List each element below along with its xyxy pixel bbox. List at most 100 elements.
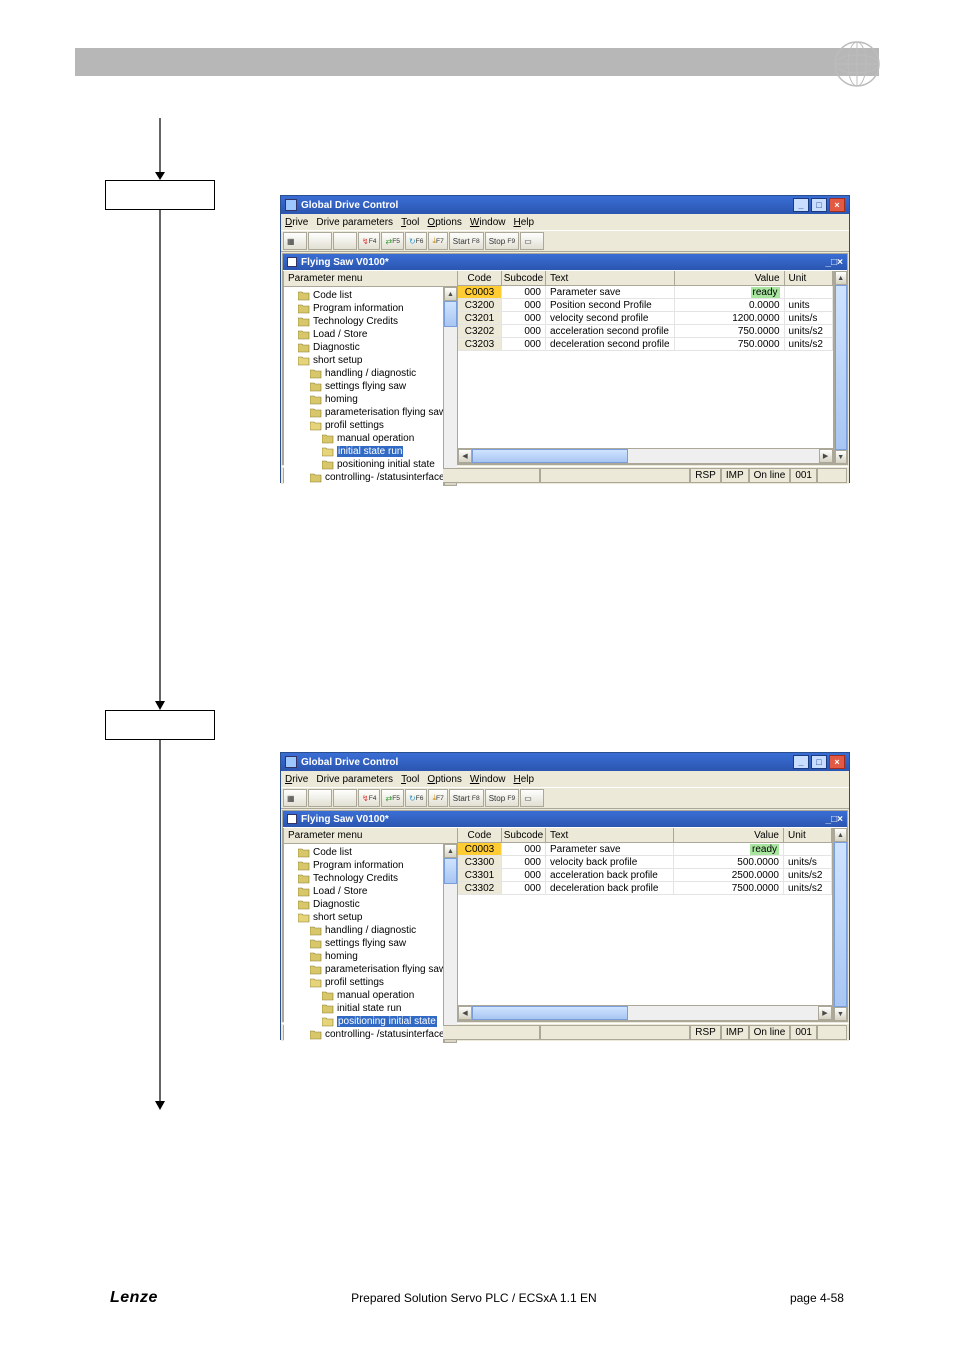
col-value[interactable]: Value <box>675 271 785 285</box>
col-subcode[interactable]: Subcode <box>502 271 546 285</box>
scroll-left-icon[interactable]: ◀ <box>458 449 472 463</box>
toolbar-btn-f7[interactable]: ⤓F7 <box>428 232 447 250</box>
menu-help[interactable]: Help <box>513 217 534 228</box>
tree-scrollbar[interactable]: ▲ ▼ <box>443 844 457 1043</box>
toolbar-btn[interactable]: ▦ <box>283 232 307 250</box>
menu-tool[interactable]: Tool <box>401 217 419 228</box>
table-row[interactable]: C3301000acceleration back profile2500.00… <box>458 869 832 882</box>
toolbar-btn[interactable]: ▭ <box>520 789 544 807</box>
tree-item[interactable]: short setup <box>284 354 443 367</box>
col-unit[interactable]: Unit <box>785 271 833 285</box>
toolbar-btn-f5[interactable]: ⇄F5 <box>381 232 403 250</box>
tree-item[interactable]: settings flying saw <box>284 937 443 950</box>
toolbar-btn[interactable]: ▦ <box>283 789 307 807</box>
outer-scrollbar[interactable]: ▲ ▼ <box>834 271 847 464</box>
tree-item[interactable]: homing <box>284 950 443 963</box>
toolbar-btn[interactable] <box>308 232 332 250</box>
tree-item[interactable]: positioning initial state <box>284 1015 443 1028</box>
maximize-button[interactable]: □ <box>811 198 827 212</box>
tree-item[interactable]: positioning initial state <box>284 458 443 471</box>
tree-item[interactable]: manual operation <box>284 989 443 1002</box>
start-button[interactable]: Start F8 <box>449 232 484 250</box>
col-text[interactable]: Text <box>546 271 675 285</box>
col-code[interactable]: Code <box>458 828 502 842</box>
parameter-tree[interactable]: Code listProgram informationTechnology C… <box>284 844 443 1043</box>
toolbar-btn[interactable] <box>333 789 357 807</box>
tree-item[interactable]: initial state run <box>284 445 443 458</box>
table-row[interactable]: C3203000deceleration second profile750.0… <box>458 338 833 351</box>
doc-titlebar[interactable]: Flying Saw V0100* _ □ × <box>283 254 847 270</box>
scroll-down-icon[interactable]: ▼ <box>834 1007 847 1021</box>
tree-item[interactable]: Technology Credits <box>284 315 443 328</box>
menu-help[interactable]: Help <box>513 774 534 785</box>
table-row[interactable]: C3201000velocity second profile1200.0000… <box>458 312 833 325</box>
tree-item[interactable]: short setup <box>284 911 443 924</box>
table-row[interactable]: C3202000acceleration second profile750.0… <box>458 325 833 338</box>
tree-item[interactable]: handling / diagnostic <box>284 367 443 380</box>
scroll-up-icon[interactable]: ▲ <box>444 844 457 858</box>
parameter-tree[interactable]: Code listProgram informationTechnology C… <box>284 287 443 486</box>
toolbar-btn[interactable]: ▭ <box>520 232 544 250</box>
table-row[interactable]: C3302000deceleration back profile7500.00… <box>458 882 832 895</box>
tree-item[interactable]: homing <box>284 393 443 406</box>
col-text[interactable]: Text <box>546 828 674 842</box>
tree-item[interactable]: Load / Store <box>284 328 443 341</box>
tree-item[interactable]: controlling- /statusinterface <box>284 471 443 484</box>
table-row[interactable]: C0003000Parameter saveready <box>458 286 833 299</box>
tree-item[interactable]: Diagnostic <box>284 341 443 354</box>
tree-item[interactable]: profil settings <box>284 419 443 432</box>
maximize-button[interactable]: □ <box>811 755 827 769</box>
toolbar-btn-f6[interactable]: ↻F6 <box>405 232 427 250</box>
col-code[interactable]: Code <box>458 271 502 285</box>
tree-item[interactable]: Technology Credits <box>284 872 443 885</box>
tree-item[interactable]: Diagnostic <box>284 898 443 911</box>
minimize-button[interactable]: _ <box>793 755 809 769</box>
grid-body[interactable]: C0003000Parameter savereadyC3200000Posit… <box>458 286 833 448</box>
tree-item[interactable]: Load / Store <box>284 885 443 898</box>
col-value[interactable]: Value <box>674 828 784 842</box>
stop-button[interactable]: Stop F9 <box>485 232 519 250</box>
doc-titlebar[interactable]: Flying Saw V0100* _ □ × <box>283 811 847 827</box>
start-button[interactable]: Start F8 <box>449 789 484 807</box>
scroll-left-icon[interactable]: ◀ <box>458 1006 472 1020</box>
minimize-button[interactable]: _ <box>793 198 809 212</box>
menu-drive[interactable]: Drive <box>285 774 308 785</box>
menu-drive[interactable]: Drive <box>285 217 308 228</box>
menubar[interactable]: Drive Drive parameters Tool Options Wind… <box>281 771 849 787</box>
titlebar[interactable]: Global Drive Control _ □ × <box>281 196 849 214</box>
scroll-down-icon[interactable]: ▼ <box>835 450 847 464</box>
toolbar-btn-f7[interactable]: ⤓F7 <box>428 789 447 807</box>
toolbar-btn[interactable] <box>308 789 332 807</box>
scroll-right-icon[interactable]: ▶ <box>819 449 833 463</box>
toolbar-btn-f4[interactable]: ↯F4 <box>358 789 380 807</box>
tree-item[interactable]: settings flying saw <box>284 380 443 393</box>
menu-window[interactable]: Window <box>470 774 506 785</box>
scroll-up-icon[interactable]: ▲ <box>835 271 847 285</box>
toolbar-btn[interactable] <box>333 232 357 250</box>
menu-options[interactable]: Options <box>427 774 461 785</box>
stop-button[interactable]: Stop F9 <box>485 789 519 807</box>
tree-item[interactable]: handling / diagnostic <box>284 924 443 937</box>
tree-item[interactable]: Program information <box>284 859 443 872</box>
tree-scrollbar[interactable]: ▲ ▼ <box>443 287 457 486</box>
tree-item[interactable]: parameterisation flying saw <box>284 406 443 419</box>
scroll-right-icon[interactable]: ▶ <box>818 1006 832 1020</box>
close-button[interactable]: × <box>829 755 845 769</box>
menu-tool[interactable]: Tool <box>401 774 419 785</box>
close-button[interactable]: × <box>829 198 845 212</box>
menu-options[interactable]: Options <box>427 217 461 228</box>
table-row[interactable]: C0003000Parameter saveready <box>458 843 832 856</box>
tree-item[interactable]: manual operation <box>284 432 443 445</box>
table-row[interactable]: C3200000Position second Profile0.0000uni… <box>458 299 833 312</box>
tree-item[interactable]: profil settings <box>284 976 443 989</box>
menu-window[interactable]: Window <box>470 217 506 228</box>
scroll-up-icon[interactable]: ▲ <box>444 287 457 301</box>
doc-close[interactable]: × <box>837 814 843 825</box>
tree-item[interactable]: parameterisation flying saw <box>284 963 443 976</box>
grid-hscroll[interactable]: ◀ ▶ <box>458 448 833 463</box>
menu-drive-params[interactable]: Drive parameters <box>316 217 393 228</box>
tree-item[interactable]: Code list <box>284 289 443 302</box>
col-unit[interactable]: Unit <box>784 828 832 842</box>
toolbar-btn-f6[interactable]: ↻F6 <box>405 789 427 807</box>
toolbar-btn-f4[interactable]: ↯F4 <box>358 232 380 250</box>
